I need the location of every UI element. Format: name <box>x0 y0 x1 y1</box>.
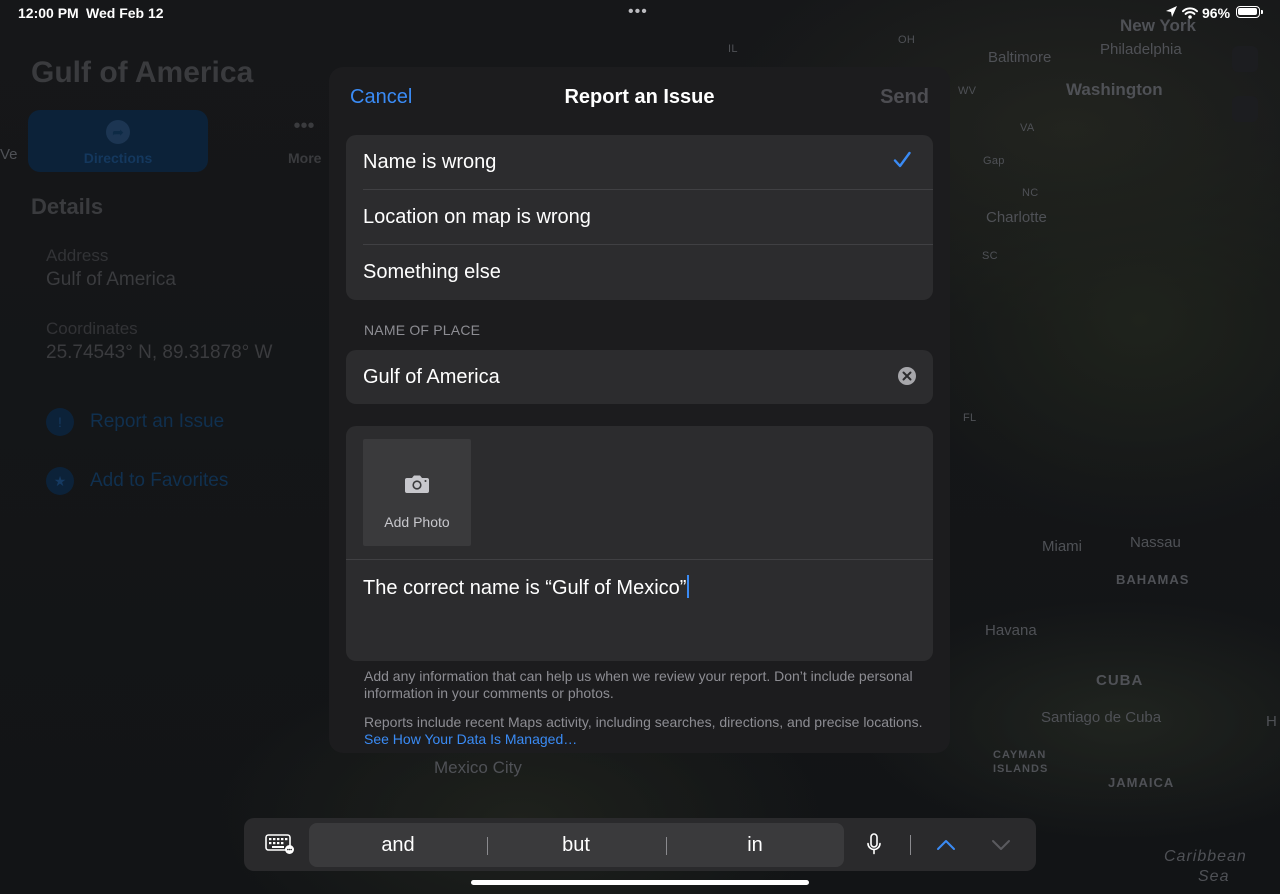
map-label-va: VA <box>1020 122 1035 134</box>
map-label-caribbean-1: Caribbean <box>1164 848 1247 865</box>
battery-icon <box>1236 6 1263 18</box>
map-label-cayman-1: CAYMAN <box>993 749 1047 761</box>
home-indicator[interactable] <box>471 880 809 885</box>
battery-percentage: 96% <box>1202 5 1231 21</box>
star-icon: ★ <box>46 467 74 495</box>
suggestion-word[interactable]: and <box>309 834 487 857</box>
option-label: Something else <box>363 261 501 283</box>
map-label-philadelphia: Philadelphia <box>1100 41 1182 58</box>
map-label-il: IL <box>728 43 738 55</box>
dialog-title: Report an Issue <box>564 86 715 108</box>
directions-icon: ➦ <box>106 120 130 144</box>
map-label-baltimore: Baltimore <box>988 49 1052 66</box>
comment-text-area[interactable]: The correct name is “Gulf of Mexico” <box>363 575 690 600</box>
location-arrow-icon <box>1165 5 1178 23</box>
map-label-havana: Havana <box>985 622 1037 639</box>
send-button[interactable]: Send <box>880 86 929 109</box>
toolbar-divider <box>910 835 911 855</box>
chevron-up-icon[interactable] <box>936 838 956 856</box>
photo-comment-group: Add Photo The correct name is “Gulf of M… <box>346 426 933 661</box>
camera-icon <box>404 474 430 499</box>
map-label-gap: Gap <box>983 155 1005 167</box>
map-label-fl: FL <box>963 412 977 424</box>
map-globe-button[interactable] <box>1232 46 1258 72</box>
report-issue-label: Report an Issue <box>90 411 225 432</box>
map-label-nc: NC <box>1022 187 1039 199</box>
more-icon: ••• <box>293 115 315 137</box>
add-photo-label: Add Photo <box>384 514 450 530</box>
place-name-field[interactable]: Gulf of America <box>346 350 933 404</box>
map-locate-button[interactable] <box>1232 96 1258 122</box>
map-label-washington: Washington <box>1066 80 1163 99</box>
place-card: Gulf of America ➦ Directions ••• More De… <box>0 30 330 570</box>
help-note: Add any information that can help us whe… <box>364 668 913 701</box>
map-label-cayman-2: ISLANDS <box>993 763 1049 775</box>
suggestion-word[interactable]: but <box>487 834 665 857</box>
address-value: Gulf of America <box>46 269 176 290</box>
coordinates-value: 25.74543° N, 89.31878° W <box>46 342 273 363</box>
microphone-icon[interactable] <box>866 833 882 862</box>
option-location-is-wrong[interactable]: Location on map is wrong <box>346 190 933 245</box>
keyboard-shortcut-bar: and but in <box>244 818 1036 871</box>
add-favorites-label: Add to Favorites <box>90 470 229 491</box>
coordinates-label: Coordinates <box>46 319 138 338</box>
directions-label: Directions <box>83 150 153 166</box>
map-label-santiago: Santiago de Cuba <box>1041 709 1162 726</box>
details-heading: Details <box>31 194 104 219</box>
cancel-button[interactable]: Cancel <box>350 86 412 109</box>
directions-button[interactable]: ➦ Directions <box>28 110 208 172</box>
status-time: 12:00 PM <box>18 5 79 21</box>
checkmark-icon <box>893 151 911 174</box>
map-label-caribbean-2: Sea <box>1198 868 1230 885</box>
option-label: Location on map is wrong <box>363 206 591 228</box>
privacy-note: Reports include recent Maps activity, in… <box>364 714 924 748</box>
report-issue-dialog: Report an Issue Cancel Send Name is wron… <box>329 67 950 753</box>
map-label-cuba: CUBA <box>1096 672 1144 689</box>
option-name-is-wrong[interactable]: Name is wrong <box>346 135 933 190</box>
map-label-miami: Miami <box>1042 538 1082 555</box>
map-label-edge-h: H <box>1266 713 1277 730</box>
predictive-suggestions: and but in <box>309 823 844 867</box>
data-managed-link[interactable]: See How Your Data Is Managed… <box>364 731 577 747</box>
place-title: Gulf of America <box>31 56 254 89</box>
add-photo-button[interactable]: Add Photo <box>363 439 471 546</box>
map-label-mexico-city: Mexico City <box>434 758 522 777</box>
chevron-down-icon[interactable] <box>991 838 1011 856</box>
report-icon: ! <box>46 408 74 436</box>
clear-text-icon[interactable] <box>898 367 916 385</box>
multitasking-dots[interactable]: ••• <box>628 3 648 21</box>
status-bar: 12:00 PM Wed Feb 12 ••• 96% <box>0 0 1280 28</box>
option-something-else[interactable]: Something else <box>346 245 933 300</box>
status-date: Wed Feb 12 <box>86 5 164 21</box>
map-label-bahamas: BAHAMAS <box>1116 572 1190 587</box>
text-cursor <box>687 575 690 598</box>
privacy-text: Reports include recent Maps activity, in… <box>364 714 923 730</box>
wifi-icon <box>1182 6 1198 24</box>
map-label-jamaica: JAMAICA <box>1108 775 1175 790</box>
suggestion-word[interactable]: in <box>666 834 844 857</box>
issue-options-list: Name is wrong Location on map is wrong S… <box>346 135 933 300</box>
comment-text: The correct name is “Gulf of Mexico” <box>363 577 687 599</box>
name-section-header: NAME OF PLACE <box>364 322 481 338</box>
address-label: Address <box>46 246 109 265</box>
map-label-oh: OH <box>898 34 916 46</box>
map-label-sc: SC <box>982 250 998 262</box>
group-divider <box>346 559 933 560</box>
map-label-wv: WV <box>958 85 977 97</box>
keyboard-icon[interactable] <box>265 834 295 859</box>
map-label-nassau: Nassau <box>1130 534 1181 551</box>
place-name-value[interactable]: Gulf of America <box>363 366 500 389</box>
map-label-charlotte: Charlotte <box>986 209 1047 226</box>
option-label: Name is wrong <box>363 151 497 173</box>
